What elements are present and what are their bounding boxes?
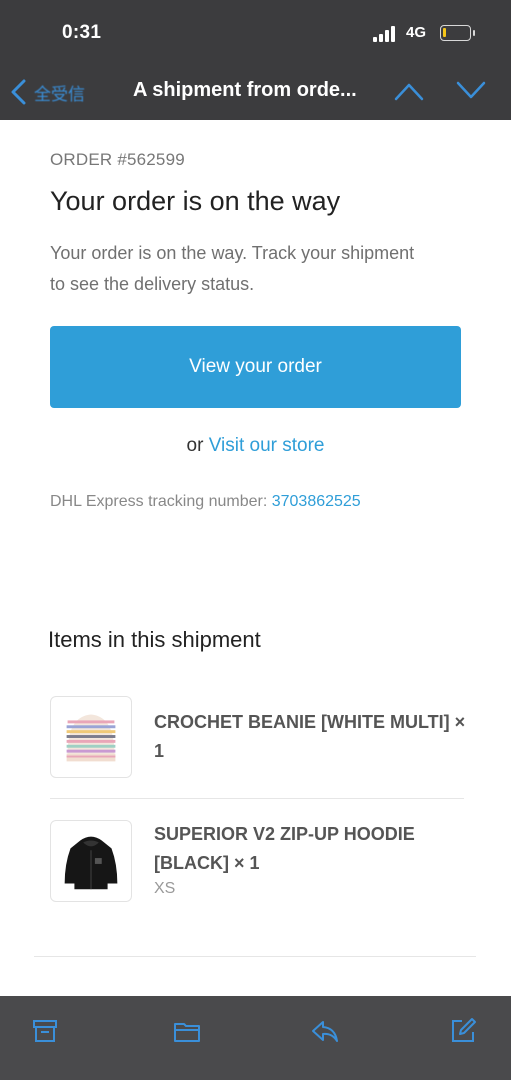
battery-icon [440, 25, 475, 41]
email-description: Your order is on the way. Track your shi… [50, 243, 415, 294]
visit-store-line: or Visit our store [0, 435, 511, 457]
archive-icon[interactable] [30, 1016, 60, 1046]
compose-icon[interactable] [448, 1016, 478, 1046]
item-divider [50, 798, 464, 799]
bottom-toolbar [0, 996, 511, 1080]
status-time: 0:31 [62, 22, 102, 43]
back-button[interactable]: 全受信 [10, 76, 85, 108]
list-item[interactable]: CROCHET BEANIE [WHITE MULTI] × 1 [50, 696, 470, 778]
item-variant: XS [154, 880, 176, 897]
chevron-left-icon [11, 79, 26, 105]
tracking-number-link[interactable]: 3703862525 [272, 493, 361, 510]
mail-nav-bar: 全受信 A shipment from orde... [0, 66, 511, 120]
next-message-icon[interactable] [455, 80, 487, 102]
tracking-label: DHL Express tracking number: [50, 493, 272, 510]
status-bar: 0:31 4G [0, 0, 511, 66]
back-label: 全受信 [34, 84, 85, 104]
previous-message-icon[interactable] [393, 80, 425, 102]
content-divider [34, 956, 476, 957]
items-section-title: Items in this shipment [48, 627, 261, 652]
signal-icon [373, 26, 401, 42]
view-order-button[interactable]: View your order [50, 326, 461, 408]
alt-prefix: or [186, 435, 209, 456]
item-name: CROCHET BEANIE [WHITE MULTI] × 1 [154, 712, 466, 761]
folder-icon[interactable] [172, 1016, 202, 1046]
list-item[interactable]: SUPERIOR V2 ZIP-UP HOODIE [BLACK] × 1 XS [50, 820, 470, 902]
network-type: 4G [406, 24, 427, 41]
hoodie-image [50, 820, 132, 902]
nav-title: A shipment from orde... [133, 79, 357, 101]
view-order-label: View your order [189, 356, 322, 377]
order-number: ORDER #562599 [50, 150, 185, 169]
visit-store-link[interactable]: Visit our store [209, 435, 325, 456]
reply-icon[interactable] [310, 1016, 340, 1046]
top-header: 0:31 4G 全受信 A shipment from orde... [0, 0, 511, 120]
beanie-image [50, 696, 132, 778]
item-name: SUPERIOR V2 ZIP-UP HOODIE [BLACK] × 1 [154, 824, 415, 873]
email-headline: Your order is on the way [50, 186, 341, 216]
tracking-info: DHL Express tracking number: 3703862525 [50, 493, 361, 511]
